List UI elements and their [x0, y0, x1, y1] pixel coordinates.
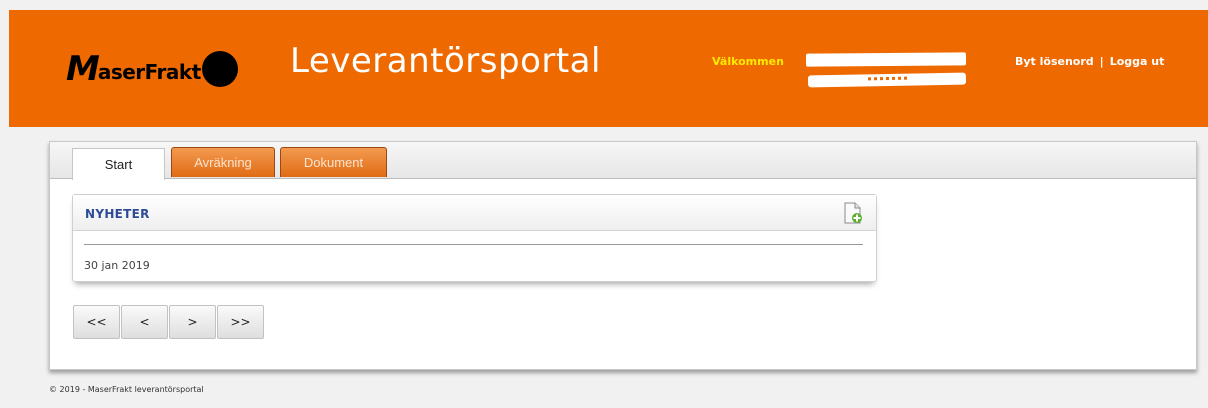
maserfrakt-logo[interactable]: M aserFrakt — [66, 51, 238, 87]
footer-copyright: © 2019 - MaserFrakt leverantörsportal — [49, 385, 204, 394]
change-password-link[interactable]: Byt lösenord — [1015, 55, 1094, 68]
user-links: Byt lösenord | Logga ut — [1015, 55, 1164, 68]
first-page-button[interactable]: << — [73, 305, 120, 339]
news-divider — [84, 244, 863, 245]
last-page-button[interactable]: >> — [217, 305, 264, 339]
pager: << < > >> — [73, 305, 264, 339]
tab-avrakning[interactable]: Avräkning — [171, 147, 275, 177]
tab-start[interactable]: Start — [72, 148, 165, 180]
previous-page-button[interactable]: < — [121, 305, 168, 339]
portal-title: Leverantörsportal — [290, 41, 601, 81]
welcome-label: Välkommen — [712, 55, 784, 68]
news-date: 30 jan 2019 — [84, 259, 150, 272]
news-box: NYHETER 30 jan 2019 — [72, 194, 877, 282]
news-item: 30 jan 2019 — [73, 231, 876, 281]
main-panel: Start Avräkning Dokument NYHETER 30 jan … — [49, 141, 1197, 370]
next-page-button[interactable]: > — [169, 305, 216, 339]
logo-wordmark: aserFrakt — [97, 59, 201, 84]
logo-letter: M — [66, 49, 100, 89]
logo-dot-icon — [201, 51, 238, 87]
link-separator: | — [1099, 55, 1104, 68]
tab-dokument[interactable]: Dokument — [280, 147, 387, 177]
redacted-username — [805, 52, 967, 67]
news-title: NYHETER — [85, 207, 150, 221]
add-document-icon[interactable] — [844, 202, 862, 224]
logout-link[interactable]: Logga ut — [1110, 55, 1165, 68]
news-header: NYHETER — [73, 195, 876, 231]
